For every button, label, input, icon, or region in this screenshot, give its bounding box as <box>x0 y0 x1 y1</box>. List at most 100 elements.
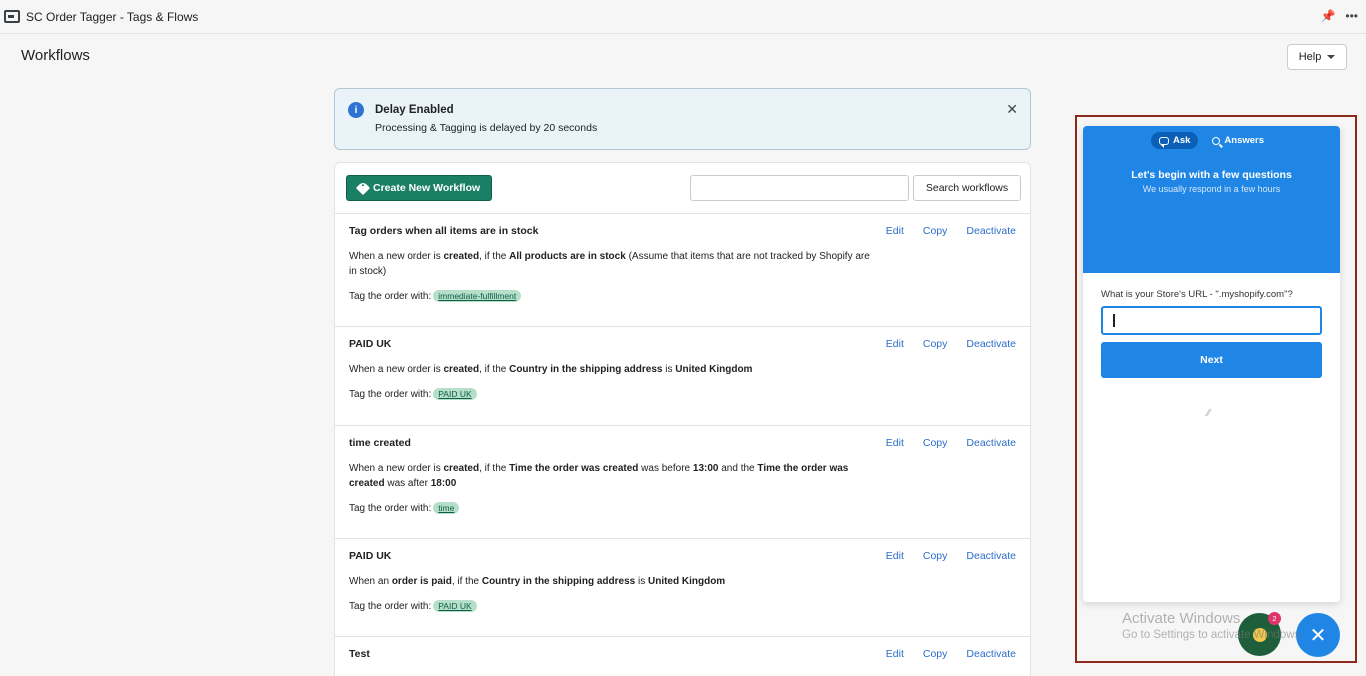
help-button[interactable]: Help <box>1287 44 1347 70</box>
info-icon: i <box>348 102 364 118</box>
description-segment: , if the <box>479 251 510 262</box>
watermark-title: Activate Windows <box>1122 610 1241 627</box>
deactivate-link[interactable]: Deactivate <box>966 550 1016 562</box>
brand-slash-icon: ∕∕ <box>1207 408 1211 419</box>
deactivate-link[interactable]: Deactivate <box>966 437 1016 449</box>
app-title: SC Order Tagger - Tags & Flows <box>26 9 199 24</box>
edit-link[interactable]: Edit <box>886 648 904 660</box>
description-segment: was before <box>638 463 693 474</box>
delay-banner: i Delay Enabled Processing & Tagging is … <box>334 88 1031 150</box>
copy-link[interactable]: Copy <box>923 338 948 350</box>
tag-prefix: Tag the order with: <box>349 388 432 400</box>
more-dots-icon[interactable]: ••• <box>1345 9 1358 23</box>
create-workflow-label: Create New Workflow <box>373 182 481 194</box>
workflow-row: Test Edit Copy Deactivate <box>335 637 1030 676</box>
description-segment: , if the <box>451 576 482 587</box>
workflow-description: When a new order is created, if the All … <box>349 249 879 279</box>
description-segment: When an <box>349 576 392 587</box>
description-segment: and the <box>718 463 758 474</box>
copy-link[interactable]: Copy <box>923 225 948 237</box>
description-segment: Country in the shipping address <box>481 576 636 587</box>
tag-pill[interactable]: immediate-fulfillment <box>433 290 522 302</box>
chat-panel: Ask Answers Let's begin with a few quest… <box>1083 126 1340 602</box>
deactivate-link[interactable]: Deactivate <box>966 648 1016 660</box>
tag-pill[interactable]: time <box>433 502 460 514</box>
workflows-toolbar: Create New Workflow Search workflows <box>335 163 1030 214</box>
tag-prefix: Tag the order with: <box>349 502 432 514</box>
chat-header: Ask Answers Let's begin with a few quest… <box>1083 126 1340 273</box>
copy-link[interactable]: Copy <box>923 648 948 660</box>
workflow-tag-line: Tag the order with: PAID UK <box>349 600 1016 612</box>
tab-answers-label: Answers <box>1224 135 1265 146</box>
workflow-tag-line: Tag the order with: immediate-fulfillment <box>349 290 1016 302</box>
tab-ask[interactable]: Ask <box>1150 132 1199 149</box>
banner-title: Delay Enabled <box>375 104 454 116</box>
app-logo-icon <box>4 10 20 23</box>
search-icon <box>1212 136 1221 145</box>
text-caret <box>1113 314 1115 327</box>
description-segment: All products are in stock <box>509 251 626 262</box>
watermark-subtitle: Go to Settings to activate Windows. <box>1122 629 1304 641</box>
chat-bubble-icon <box>1158 136 1169 148</box>
deactivate-link[interactable]: Deactivate <box>966 338 1016 350</box>
next-button[interactable]: Next <box>1101 342 1322 378</box>
tab-answers[interactable]: Answers <box>1204 132 1272 149</box>
create-workflow-button[interactable]: Create New Workflow <box>346 175 493 201</box>
topbar-actions: 📌 ••• <box>1320 9 1358 23</box>
description-segment: is <box>635 576 648 587</box>
description-segment: When a new order is <box>349 364 444 375</box>
pin-icon[interactable]: 📌 <box>1320 9 1335 23</box>
workflow-description: When an order is paid, if the Country in… <box>349 574 879 589</box>
description-segment: created <box>443 251 480 262</box>
store-url-question: What is your Store's URL - ".myshopify.c… <box>1101 289 1293 300</box>
workflow-actions: Edit Copy Deactivate <box>886 437 1016 449</box>
workflow-description: When a new order is created, if the Time… <box>349 461 879 491</box>
chat-headline: Let's begin with a few questions <box>1131 169 1292 181</box>
workflow-actions: Edit Copy Deactivate <box>886 550 1016 562</box>
description-segment: order is paid <box>391 576 452 587</box>
workflow-actions: Edit Copy Deactivate <box>886 225 1016 237</box>
description-segment: created <box>443 463 480 474</box>
description-segment: Country in the shipping address <box>509 364 663 375</box>
workflow-description: When a new order is created, if the Coun… <box>349 362 879 377</box>
tag-prefix: Tag the order with: <box>349 600 432 612</box>
tag-pill[interactable]: PAID UK <box>433 388 477 400</box>
copy-link[interactable]: Copy <box>923 550 948 562</box>
edit-link[interactable]: Edit <box>886 225 904 237</box>
workflow-row: time created Edit Copy Deactivate When a new… <box>335 426 1030 539</box>
chat-tabs: Ask Answers <box>1083 132 1340 149</box>
description-segment: When a new order is <box>349 251 444 262</box>
description-segment: United Kingdom <box>675 364 753 375</box>
app-topbar: SC Order Tagger - Tags & Flows 📌 ••• <box>0 0 1366 34</box>
copy-link[interactable]: Copy <box>923 437 948 449</box>
description-segment: When a new order is <box>349 463 444 474</box>
edit-link[interactable]: Edit <box>886 338 904 350</box>
workflow-list: Tag orders when all items are in stock Ed… <box>335 214 1030 676</box>
chevron-down-icon <box>1327 55 1336 59</box>
close-icon[interactable]: ✕ <box>1006 101 1018 118</box>
description-segment: is <box>662 364 676 375</box>
windows-watermark: Activate Windows Go to Settings to activ… <box>1122 610 1304 641</box>
banner-text: Processing & Tagging is delayed by 20 se… <box>375 122 598 134</box>
workflow-actions: Edit Copy Deactivate <box>886 338 1016 350</box>
search-workflows-button[interactable]: Search workflows <box>913 175 1021 201</box>
description-segment: 13:00 <box>692 463 719 474</box>
search-input[interactable] <box>690 175 909 201</box>
tag-pill[interactable]: PAID UK <box>433 600 477 612</box>
help-button-label: Help <box>1298 51 1322 63</box>
workflow-tag-line: Tag the order with: time <box>349 502 1016 514</box>
description-segment: , if the <box>479 463 510 474</box>
description-segment: , if the <box>479 364 510 375</box>
description-segment: United Kingdom <box>647 576 726 587</box>
deactivate-link[interactable]: Deactivate <box>966 225 1016 237</box>
workflows-card: Create New Workflow Search workflows Tag… <box>334 162 1031 676</box>
store-url-input[interactable] <box>1101 306 1322 335</box>
tag-icon <box>355 180 371 196</box>
description-segment: created <box>443 364 480 375</box>
edit-link[interactable]: Edit <box>886 550 904 562</box>
chat-subline: We usually respond in a few hours <box>1142 184 1281 194</box>
tab-ask-label: Ask <box>1172 135 1191 146</box>
edit-link[interactable]: Edit <box>886 437 904 449</box>
description-segment: 18:00 <box>430 478 457 489</box>
description-segment: Time the order was created <box>509 463 639 474</box>
